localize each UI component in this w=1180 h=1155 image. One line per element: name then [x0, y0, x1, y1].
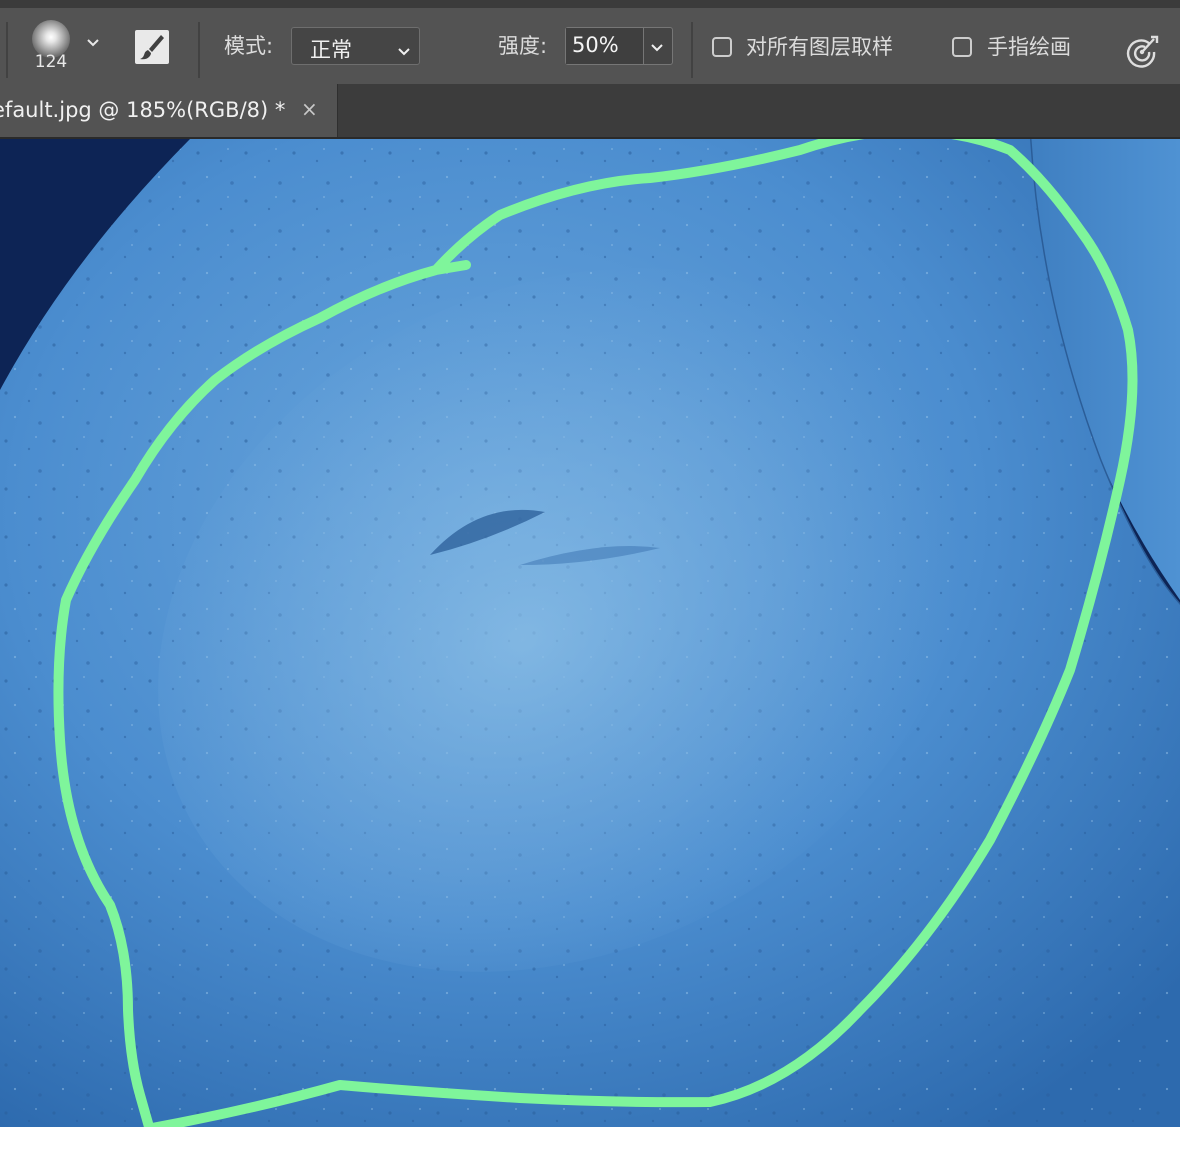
mode-label: 模式: [224, 34, 274, 58]
brush-size-label: 124 [34, 52, 68, 72]
strength-input[interactable]: 50% [566, 28, 644, 64]
pressure-target-icon[interactable] [1124, 34, 1160, 70]
sample-all-layers-checkbox[interactable] [712, 37, 732, 57]
mode-select[interactable]: 正常 [291, 27, 420, 65]
chevron-down-icon [397, 38, 411, 62]
document-tab-title: efault.jpg @ 185%(RGB/8) * [0, 98, 286, 122]
chevron-down-icon[interactable] [86, 36, 100, 52]
strength-field[interactable]: 50% [565, 27, 673, 65]
toolbar-divider [198, 22, 200, 78]
toolbar-divider [691, 22, 693, 78]
sample-all-layers-label: 对所有图层取样 [746, 35, 893, 59]
brush-settings-icon[interactable] [135, 30, 169, 64]
close-icon[interactable]: × [301, 97, 318, 121]
mode-value: 正常 [310, 38, 352, 62]
toolbar-divider [6, 22, 8, 78]
canvas-image [0, 139, 1180, 1127]
chevron-down-icon[interactable] [650, 38, 664, 57]
finger-painting-label: 手指绘画 [987, 35, 1071, 59]
document-tab[interactable]: efault.jpg @ 185%(RGB/8) * × [0, 84, 338, 139]
strength-label: 强度: [498, 34, 548, 58]
document-tab-bar: efault.jpg @ 185%(RGB/8) * × [0, 84, 1180, 139]
document-canvas[interactable] [0, 139, 1180, 1127]
options-bar: 124 模式: 正常 强度: 50% 对所有图层取样 手指绘画 [0, 0, 1180, 84]
finger-painting-checkbox[interactable] [952, 37, 972, 57]
